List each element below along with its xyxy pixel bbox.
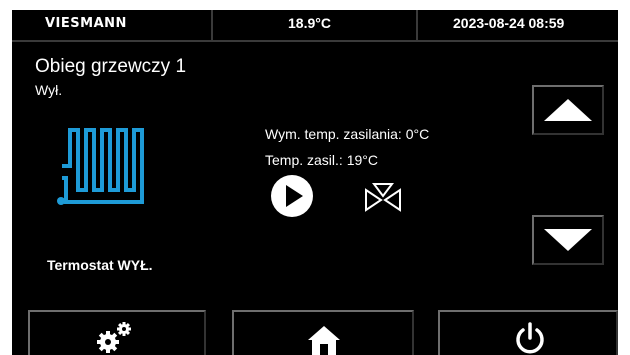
scroll-up-button[interactable] [532, 85, 604, 135]
header-bar: VIESMANN 18.9°C 2023-08-24 08:59 [12, 10, 618, 42]
settings-button[interactable] [28, 310, 206, 355]
home-icon [308, 326, 340, 355]
power-icon [516, 322, 544, 354]
header-divider [416, 10, 418, 40]
brand-logo: VIESMANN [45, 16, 127, 31]
flow-temperature: Temp. zasil.: 19°C [265, 152, 378, 168]
home-button[interactable] [232, 310, 414, 355]
scroll-down-button[interactable] [532, 215, 604, 265]
thermostat-status: Termostat WYŁ. [47, 257, 153, 273]
power-button[interactable] [438, 310, 618, 355]
arrow-up-icon [544, 99, 592, 121]
arrow-down-icon [544, 229, 592, 251]
pump-play-icon [270, 174, 314, 223]
circuit-status: Wył. [35, 82, 63, 98]
required-flow-temperature: Wym. temp. zasilania: 0°C [265, 126, 430, 142]
gears-icon [97, 322, 131, 353]
header-divider [211, 10, 213, 40]
datetime: 2023-08-24 08:59 [453, 15, 565, 31]
device-screen: VIESMANN 18.9°C 2023-08-24 08:59 Obieg g… [12, 10, 618, 355]
underfloor-heating-icon [52, 120, 152, 215]
outside-temperature: 18.9°C [288, 15, 331, 31]
mixing-valve-icon [362, 182, 410, 227]
page-title: Obieg grzewczy 1 [35, 56, 187, 77]
